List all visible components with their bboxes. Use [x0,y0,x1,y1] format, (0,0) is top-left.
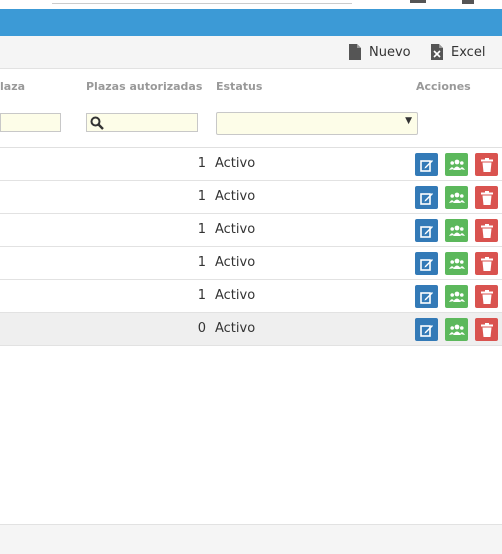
edit-button[interactable] [415,252,438,275]
delete-button[interactable] [475,285,498,308]
edit-icon [419,258,433,271]
delete-button[interactable] [475,219,498,242]
search-icon [90,116,104,130]
trash-icon [480,256,493,271]
estatus-filter-select[interactable]: ▼ [216,112,418,135]
edit-icon [419,324,433,337]
plaza-filter-input[interactable] [0,113,61,132]
users-icon [448,192,465,203]
trash-icon [480,157,493,172]
edit-icon [419,291,433,304]
top-strip [0,0,502,9]
column-header-plaza[interactable]: laza [0,80,25,93]
edit-button[interactable] [415,153,438,176]
table-row[interactable]: 1 Activo [0,181,502,214]
plazas-autorizadas-cell: 1 [197,222,206,237]
top-input-edge[interactable] [52,0,352,4]
users-button[interactable] [445,186,468,209]
edit-button[interactable] [415,186,438,209]
estatus-cell: Activo [215,321,256,336]
toolbar: Nuevo Excel [0,36,502,69]
table-row[interactable]: 1 Activo [0,214,502,247]
plazas-filter-input[interactable] [86,113,198,132]
panel-header-bar [0,9,502,36]
top-icon-partial-2[interactable] [462,0,474,4]
top-icon-partial[interactable] [410,0,426,3]
trash-icon [480,322,493,337]
delete-button[interactable] [475,318,498,341]
users-button[interactable] [445,153,468,176]
column-header-estatus[interactable]: Estatus [216,80,262,93]
excel-file-icon [431,44,443,60]
edit-button[interactable] [415,285,438,308]
edit-button[interactable] [415,318,438,341]
users-button[interactable] [445,219,468,242]
estatus-cell: Activo [215,189,256,204]
users-icon [448,258,465,269]
column-header-acciones: Acciones [416,80,471,93]
plazas-autorizadas-cell: 1 [197,288,206,303]
estatus-cell: Activo [215,288,256,303]
excel-button[interactable]: Excel [431,43,485,61]
plazas-autorizadas-cell: 0 [197,321,206,336]
trash-icon [480,223,493,238]
users-icon [448,159,465,170]
plazas-autorizadas-cell: 1 [197,189,206,204]
delete-button[interactable] [475,252,498,275]
edit-icon [419,225,433,238]
edit-icon [419,192,433,205]
users-button[interactable] [445,318,468,341]
edit-button[interactable] [415,219,438,242]
estatus-cell: Activo [215,222,256,237]
table-header: laza Plazas autorizadas Estatus Acciones… [0,69,502,148]
new-button[interactable]: Nuevo [349,43,411,61]
users-button[interactable] [445,252,468,275]
trash-icon [480,190,493,205]
trash-icon [480,289,493,304]
users-icon [448,324,465,335]
users-icon [448,225,465,236]
estatus-cell: Activo [215,255,256,270]
table-row[interactable]: 1 Activo [0,148,502,181]
caret-down-icon: ▼ [405,116,412,126]
table-row[interactable]: 1 Activo [0,247,502,280]
edit-icon [419,159,433,172]
table-footer [0,524,502,554]
estatus-cell: Activo [215,156,256,171]
plazas-autorizadas-cell: 1 [197,255,206,270]
column-header-plazas-autorizadas[interactable]: Plazas autorizadas [86,80,202,93]
delete-button[interactable] [475,153,498,176]
file-icon [349,44,361,60]
plazas-autorizadas-cell: 1 [197,156,206,171]
delete-button[interactable] [475,186,498,209]
new-button-label: Nuevo [369,44,411,60]
table-row[interactable]: 1 Activo [0,280,502,313]
users-icon [448,291,465,302]
excel-button-label: Excel [451,44,486,60]
table-row[interactable]: 0 Activo [0,313,502,346]
users-button[interactable] [445,285,468,308]
